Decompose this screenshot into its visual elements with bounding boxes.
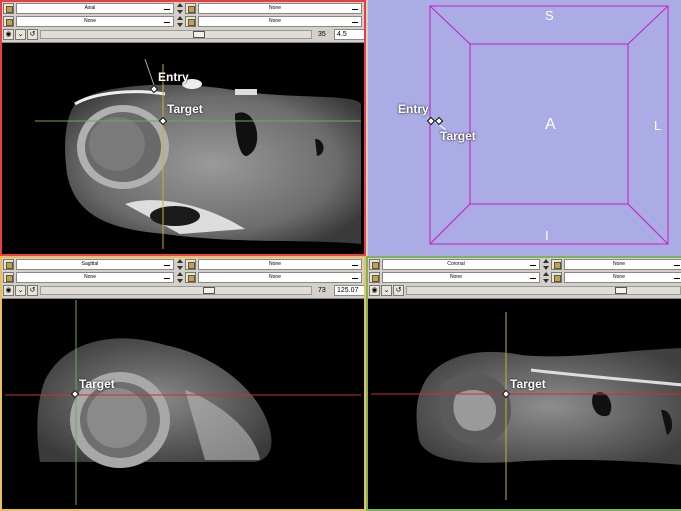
label-volume-select[interactable]: None [198,272,362,283]
slice-value-input[interactable]: 4.5 [334,29,364,40]
target-label: Target [167,102,203,116]
background-spinner[interactable] [177,16,183,27]
foreground-volume-select[interactable]: None [198,3,362,14]
orientation-select[interactable]: Coronal [382,259,540,270]
orientation-select[interactable]: Axial [16,3,174,14]
reset-icon[interactable]: ↺ [27,29,38,40]
background-volume-select[interactable]: None [382,272,540,283]
target-label: Target [510,377,546,391]
background-volume-select[interactable]: None [16,272,174,283]
slice-value-input[interactable]: 125.07 [334,285,364,296]
visibility-icon[interactable]: ◉ [3,29,14,40]
axial-controls: Axial None None None ◉ ⌄ ↺ 35 4.5 [2,2,364,43]
label-volume-icon[interactable] [551,272,562,283]
direction-anterior: A [545,116,556,133]
label-volume-icon[interactable] [185,16,196,27]
chevron-down-icon[interactable]: ⌄ [381,285,392,296]
orientation-cube [429,5,669,245]
visibility-icon[interactable]: ◉ [369,285,380,296]
slice-index: 73 [318,287,326,294]
target-label-3d: Target [440,129,476,143]
slice-slider[interactable] [40,286,312,295]
slice-index: 35 [318,31,326,38]
reset-icon[interactable]: ↺ [27,285,38,296]
label-icon[interactable] [369,272,380,283]
direction-left: L [654,118,662,133]
foreground-volume-select[interactable]: None [198,259,362,270]
direction-superior: S [545,8,554,23]
orientation-spinner[interactable] [543,259,549,270]
coronal-mri-slice [371,312,681,500]
orientation-spinner[interactable] [177,259,183,270]
sagittal-mri-slice [5,300,361,505]
foreground-volume-icon[interactable] [185,3,196,14]
orientation-spinner[interactable] [177,3,183,14]
visibility-icon[interactable]: ◉ [3,285,14,296]
sagittal-image-view[interactable]: Target [5,300,361,506]
label-volume-select[interactable]: None [198,16,362,27]
volume-icon[interactable] [3,3,14,14]
chevron-down-icon[interactable]: ⌄ [15,285,26,296]
axial-image-view[interactable]: Entry Target [5,44,361,251]
background-spinner[interactable] [543,272,549,283]
foreground-volume-icon[interactable] [551,259,562,270]
background-spinner[interactable] [177,272,183,283]
foreground-volume-select[interactable]: None [564,259,681,270]
label-volume-select[interactable]: None [564,272,681,283]
foreground-volume-icon[interactable] [185,259,196,270]
slider-thumb[interactable] [193,31,205,38]
entry-label: Entry [158,70,189,84]
chevron-down-icon[interactable]: ⌄ [15,29,26,40]
direction-inferior: I [545,228,549,243]
coronal-image-view[interactable]: Target [371,300,681,506]
slice-slider[interactable] [40,30,312,39]
label-volume-icon[interactable] [185,272,196,283]
sagittal-controls: Sagittal None None None ◉ ⌄ ↺ 73 125.07 [2,258,364,299]
axial-pane: Axial None None None ◉ ⌄ ↺ 35 4.5 Entry … [0,0,366,256]
slider-thumb[interactable] [615,287,627,294]
coronal-controls: Coronal None None None ◉ ⌄ ↺ [368,258,681,299]
label-icon[interactable] [3,16,14,27]
reset-icon[interactable]: ↺ [393,285,404,296]
volume-icon[interactable] [369,259,380,270]
target-label: Target [79,377,115,391]
slice-slider[interactable] [406,286,681,295]
sagittal-pane: Sagittal None None None ◉ ⌄ ↺ 73 125.07 … [0,256,366,511]
label-icon[interactable] [3,272,14,283]
coronal-pane: Coronal None None None ◉ ⌄ ↺ Target [366,256,681,511]
volume-icon[interactable] [3,259,14,270]
slider-thumb[interactable] [203,287,215,294]
view3d-pane[interactable]: S I A L Entry Target [368,0,681,256]
orientation-select[interactable]: Sagittal [16,259,174,270]
entry-label-3d: Entry [398,102,429,116]
background-volume-select[interactable]: None [16,16,174,27]
